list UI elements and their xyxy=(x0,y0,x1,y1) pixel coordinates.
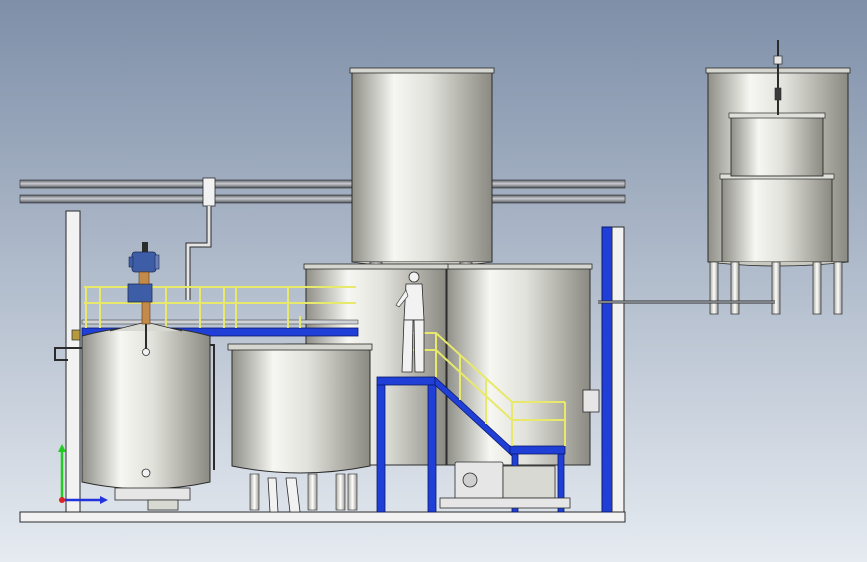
kettle-drain xyxy=(147,499,179,511)
gauge xyxy=(71,329,81,341)
sight-glass xyxy=(142,348,150,356)
tank-leg xyxy=(335,473,346,511)
frame-post-left xyxy=(65,210,81,513)
kettle-base-frame xyxy=(114,487,191,501)
manway-port xyxy=(141,468,151,478)
overhead-pipe-lower xyxy=(19,194,626,204)
top-valve xyxy=(774,87,782,101)
tank-leg xyxy=(771,261,781,315)
tank-leg xyxy=(812,261,822,315)
tank-leg xyxy=(347,473,358,511)
frame-post-right-white xyxy=(611,226,625,513)
equipment-elevation-drawing xyxy=(0,0,867,562)
overhead-pipe-upper xyxy=(19,179,626,189)
pipe-flange xyxy=(202,177,216,207)
tank-leg xyxy=(249,473,260,511)
tank-leg xyxy=(307,473,318,511)
pump-icon xyxy=(439,461,571,509)
z-axis-dot xyxy=(59,497,65,503)
tank-leg xyxy=(833,261,843,315)
top-valve xyxy=(773,55,783,65)
frame-post-right-blue xyxy=(601,226,613,513)
tank-leg xyxy=(709,261,719,315)
tank-leg xyxy=(730,261,740,315)
base-skid xyxy=(19,511,626,523)
